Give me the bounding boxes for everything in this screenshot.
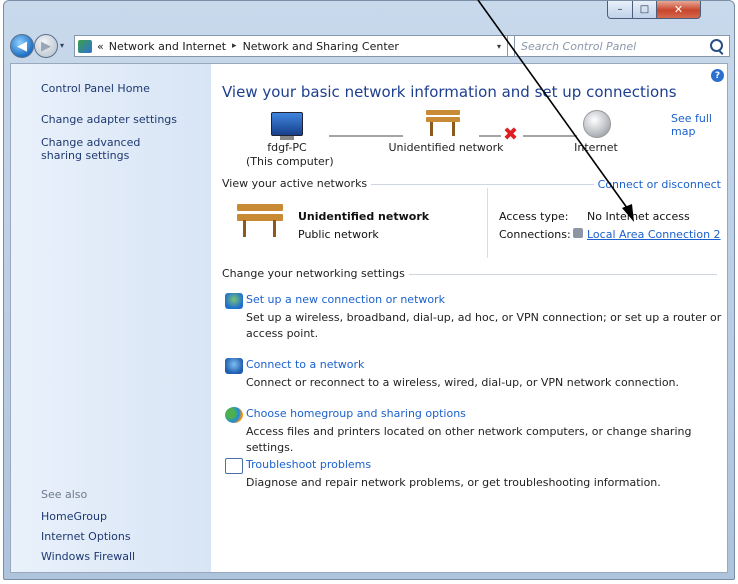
forward-arrow-icon: ▶ xyxy=(41,38,51,54)
troubleshoot-icon xyxy=(225,458,243,474)
maximize-icon: □ xyxy=(639,4,650,15)
breadcrumb-separator-icon[interactable]: ▸ xyxy=(232,41,237,51)
address-dropdown-icon[interactable]: ▾ xyxy=(497,42,501,51)
sidebar-control-panel-home[interactable]: Control Panel Home xyxy=(41,82,150,95)
task-troubleshoot: Troubleshoot problems Diagnose and repai… xyxy=(225,458,726,491)
access-type-label: Access type: xyxy=(499,210,569,223)
internet-globe-icon[interactable] xyxy=(583,110,611,138)
task-setup-connection: Set up a new connection or network Set u… xyxy=(225,293,726,342)
address-overflow-chevron[interactable]: « xyxy=(97,40,104,53)
active-network-bench-icon xyxy=(237,204,283,238)
close-icon: ✕ xyxy=(673,3,684,16)
access-type-value: No Internet access xyxy=(587,210,690,223)
setup-connection-description: Set up a wireless, broadband, dial-up, a… xyxy=(246,311,722,340)
connect-network-icon xyxy=(225,358,243,374)
active-network-name: Unidentified network xyxy=(298,210,430,223)
forward-button[interactable]: ▶ xyxy=(34,34,58,58)
sidebar-windows-firewall[interactable]: Windows Firewall xyxy=(41,550,135,563)
task-pane: Control Panel Home Change adapter settin… xyxy=(11,64,211,572)
back-button[interactable]: ◀ xyxy=(10,34,34,58)
connect-network-link[interactable]: Connect to a network xyxy=(246,358,726,371)
computer-icon[interactable] xyxy=(271,112,303,140)
sidebar-change-advanced-sharing[interactable]: Change advanced sharing settings xyxy=(41,136,181,162)
connect-or-disconnect-link[interactable]: Connect or disconnect xyxy=(593,178,721,191)
network-adapter-icon xyxy=(573,228,583,238)
network-label: Unidentified network xyxy=(388,141,504,154)
page-title: View your basic network information and … xyxy=(222,83,677,101)
map-connection-line xyxy=(329,135,403,137)
computer-note-label: (This computer) xyxy=(246,155,334,168)
search-placeholder: Search Control Panel xyxy=(521,39,637,53)
sidebar-internet-options[interactable]: Internet Options xyxy=(41,530,131,543)
connections-label: Connections: xyxy=(499,228,571,241)
task-homegroup: Choose homegroup and sharing options Acc… xyxy=(225,407,726,456)
computer-name-label: fdgf-PC xyxy=(267,141,307,154)
main-panel: ? View your basic network information an… xyxy=(211,64,727,572)
breadcrumb-network-and-sharing-center[interactable]: Network and Sharing Center xyxy=(243,40,399,53)
minimize-button[interactable]: – xyxy=(607,1,633,19)
task-connect-network: Connect to a network Connect or reconnec… xyxy=(225,358,726,391)
active-networks-separator xyxy=(487,188,488,258)
back-arrow-icon: ◀ xyxy=(17,38,27,54)
title-bar[interactable]: – □ ✕ xyxy=(4,1,734,31)
search-input[interactable]: Search Control Panel xyxy=(514,35,730,57)
search-icon[interactable] xyxy=(710,39,723,52)
control-panel-window: – □ ✕ ◀ ▶ ▾ « Network and Internet ▸ Net… xyxy=(3,0,735,580)
see-also-label: See also xyxy=(41,488,88,501)
troubleshoot-problems-description: Diagnose and repair network problems, or… xyxy=(246,476,661,489)
help-icon[interactable]: ? xyxy=(711,69,724,82)
homegroup-sharing-description: Access files and printers located on oth… xyxy=(246,425,692,454)
connect-network-description: Connect or reconnect to a wireless, wire… xyxy=(246,376,680,389)
content-area: Control Panel Home Change adapter settin… xyxy=(10,63,728,573)
setup-connection-link[interactable]: Set up a new connection or network xyxy=(246,293,726,306)
maximize-button[interactable]: □ xyxy=(632,1,657,19)
network-center-icon xyxy=(78,39,92,53)
network-setup-icon xyxy=(225,293,243,309)
internet-label: Internet xyxy=(574,141,618,154)
navigation-bar: ◀ ▶ ▾ « Network and Internet ▸ Network a… xyxy=(4,31,734,61)
troubleshoot-problems-link[interactable]: Troubleshoot problems xyxy=(246,458,726,471)
homegroup-sharing-link[interactable]: Choose homegroup and sharing options xyxy=(246,407,726,420)
active-networks-title: View your active networks xyxy=(222,177,372,190)
active-network-type-link[interactable]: Public network xyxy=(298,228,379,241)
change-settings-title: Change your networking settings xyxy=(222,267,409,280)
minimize-icon: – xyxy=(617,4,623,15)
map-connection-line-3 xyxy=(523,135,577,137)
local-area-connection-link[interactable]: Local Area Connection 2 xyxy=(587,228,721,241)
breadcrumb-network-and-internet[interactable]: Network and Internet xyxy=(109,40,226,53)
close-button[interactable]: ✕ xyxy=(656,1,701,19)
network-bench-icon[interactable] xyxy=(426,110,460,136)
map-connection-line-2 xyxy=(479,135,501,137)
recent-pages-dropdown[interactable]: ▾ xyxy=(60,41,64,50)
sidebar-change-adapter-settings[interactable]: Change adapter settings xyxy=(41,113,177,126)
address-bar[interactable]: « Network and Internet ▸ Network and Sha… xyxy=(74,35,508,57)
sidebar-homegroup[interactable]: HomeGroup xyxy=(41,510,107,523)
homegroup-icon xyxy=(225,407,243,423)
